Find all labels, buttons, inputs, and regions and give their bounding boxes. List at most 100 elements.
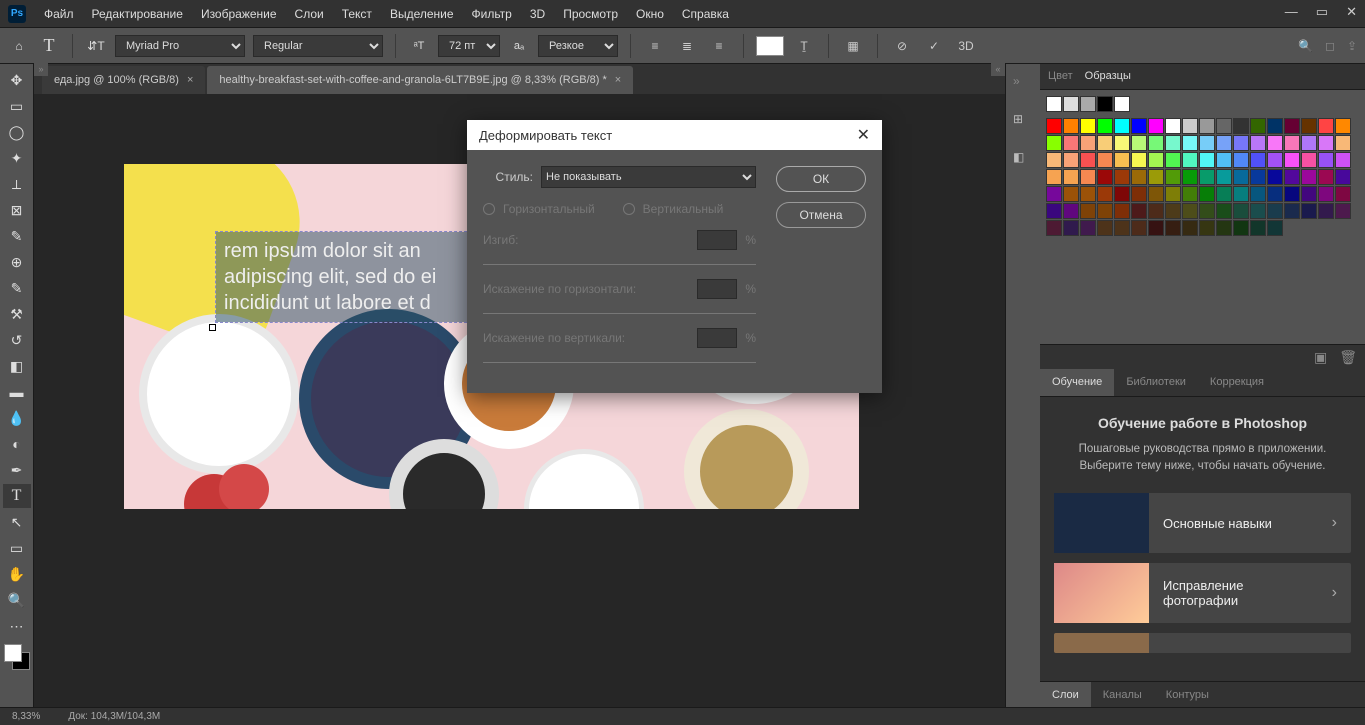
share-icon[interactable]: ⇪ (1347, 39, 1357, 53)
edit-toolbar-icon[interactable]: ⋯ (3, 614, 31, 638)
swatch[interactable] (1284, 203, 1300, 219)
text-orientation-icon[interactable]: ⇵T (85, 35, 107, 57)
swatch[interactable] (1216, 203, 1232, 219)
swatch[interactable] (1046, 135, 1062, 151)
swatch[interactable] (1233, 135, 1249, 151)
swatch[interactable] (1182, 118, 1198, 134)
align-left-icon[interactable]: ≡ (643, 34, 667, 58)
swatch[interactable] (1131, 118, 1147, 134)
swatch[interactable] (1199, 135, 1215, 151)
learn-tab[interactable]: Обучение (1040, 369, 1114, 396)
corrections-tab[interactable]: Коррекция (1198, 369, 1276, 396)
artboard-icon[interactable]: ◻ (1325, 39, 1335, 53)
swatch[interactable] (1182, 220, 1198, 236)
swatch[interactable] (1131, 203, 1147, 219)
swatch[interactable] (1318, 186, 1334, 202)
swatch[interactable] (1267, 118, 1283, 134)
swatch[interactable] (1335, 135, 1351, 151)
menu-text[interactable]: Текст (342, 7, 372, 21)
cancel-icon[interactable]: ⊘ (890, 34, 914, 58)
swatch[interactable] (1301, 135, 1317, 151)
style-select[interactable]: Не показывать (541, 166, 756, 188)
swatch[interactable] (1046, 169, 1062, 185)
menu-layers[interactable]: Слои (295, 7, 324, 21)
home-icon[interactable]: ⌂ (8, 35, 30, 57)
swatch[interactable] (1233, 220, 1249, 236)
brush-tool-icon[interactable]: ✎ (3, 276, 31, 300)
swatch[interactable] (1097, 135, 1113, 151)
paths-tab[interactable]: Контуры (1154, 682, 1221, 707)
learn-card[interactable] (1054, 633, 1351, 653)
swatch[interactable] (1199, 203, 1215, 219)
swatch[interactable] (1114, 152, 1130, 168)
swatch[interactable] (1148, 220, 1164, 236)
menu-file[interactable]: Файл (44, 7, 74, 21)
swatch[interactable] (1097, 186, 1113, 202)
tab-close-icon[interactable]: × (187, 74, 193, 86)
swatch[interactable] (1165, 118, 1181, 134)
restore-icon[interactable]: ▭ (1316, 4, 1328, 20)
swatch[interactable] (1267, 186, 1283, 202)
channels-tab[interactable]: Каналы (1091, 682, 1154, 707)
color-picker[interactable] (4, 644, 30, 670)
swatch[interactable] (1216, 135, 1232, 151)
swatch[interactable] (1063, 169, 1079, 185)
swatch[interactable] (1216, 152, 1232, 168)
type-tool-icon[interactable]: T (3, 484, 31, 508)
swatch[interactable] (1063, 96, 1079, 112)
swatch[interactable] (1131, 220, 1147, 236)
adjustments-icon[interactable]: ⊞ (1013, 112, 1033, 132)
swatch[interactable] (1216, 220, 1232, 236)
swatch[interactable] (1148, 135, 1164, 151)
fg-color-swatch[interactable] (4, 644, 22, 662)
swatch[interactable] (1114, 135, 1130, 151)
swatch[interactable] (1182, 169, 1198, 185)
menu-image[interactable]: Изображение (201, 7, 277, 21)
swatch[interactable] (1046, 118, 1062, 134)
swatch[interactable] (1114, 220, 1130, 236)
swatch[interactable] (1080, 135, 1096, 151)
eraser-tool-icon[interactable]: ◧ (3, 354, 31, 378)
swatch[interactable] (1097, 203, 1113, 219)
move-tool-icon[interactable]: ✥ (3, 68, 31, 92)
swatch[interactable] (1080, 152, 1096, 168)
quick-select-tool-icon[interactable]: ✦ (3, 146, 31, 170)
swatch[interactable] (1114, 203, 1130, 219)
cancel-button[interactable]: Отмена (776, 202, 866, 228)
swatch[interactable] (1301, 118, 1317, 134)
swatch[interactable] (1165, 135, 1181, 151)
learn-card-basics[interactable]: Основные навыки › (1054, 493, 1351, 553)
swatch[interactable] (1148, 152, 1164, 168)
swatch[interactable] (1233, 169, 1249, 185)
swatch[interactable] (1267, 169, 1283, 185)
swatch[interactable] (1284, 118, 1300, 134)
swatch[interactable] (1301, 169, 1317, 185)
swatch[interactable] (1063, 152, 1079, 168)
char-panel-icon[interactable]: ▦ (841, 34, 865, 58)
swatch[interactable] (1182, 152, 1198, 168)
font-family-select[interactable]: Myriad Pro (115, 35, 245, 57)
swatch[interactable] (1131, 135, 1147, 151)
swatch[interactable] (1216, 186, 1232, 202)
swatch[interactable] (1182, 186, 1198, 202)
lasso-tool-icon[interactable]: ◯ (3, 120, 31, 144)
swatch[interactable] (1284, 169, 1300, 185)
swatch[interactable] (1267, 203, 1283, 219)
gradient-tool-icon[interactable]: ▬ (3, 380, 31, 404)
collapse-icon[interactable]: « (995, 64, 1000, 74)
swatch[interactable] (1063, 135, 1079, 151)
swatch[interactable] (1063, 203, 1079, 219)
swatch[interactable] (1148, 169, 1164, 185)
swatch[interactable] (1080, 220, 1096, 236)
search-icon[interactable]: 🔍 (1298, 39, 1313, 53)
swatch[interactable] (1046, 96, 1062, 112)
swatch[interactable] (1114, 96, 1130, 112)
text-layer[interactable]: rem ipsum dolor sit an adipiscing elit, … (216, 232, 471, 322)
swatch[interactable] (1097, 169, 1113, 185)
learn-card-photofix[interactable]: Исправление фотографии › (1054, 563, 1351, 623)
swatch[interactable] (1131, 186, 1147, 202)
menu-select[interactable]: Выделение (390, 7, 454, 21)
swatch[interactable] (1097, 220, 1113, 236)
type-tool-icon[interactable]: T (38, 35, 60, 57)
swatch[interactable] (1335, 186, 1351, 202)
